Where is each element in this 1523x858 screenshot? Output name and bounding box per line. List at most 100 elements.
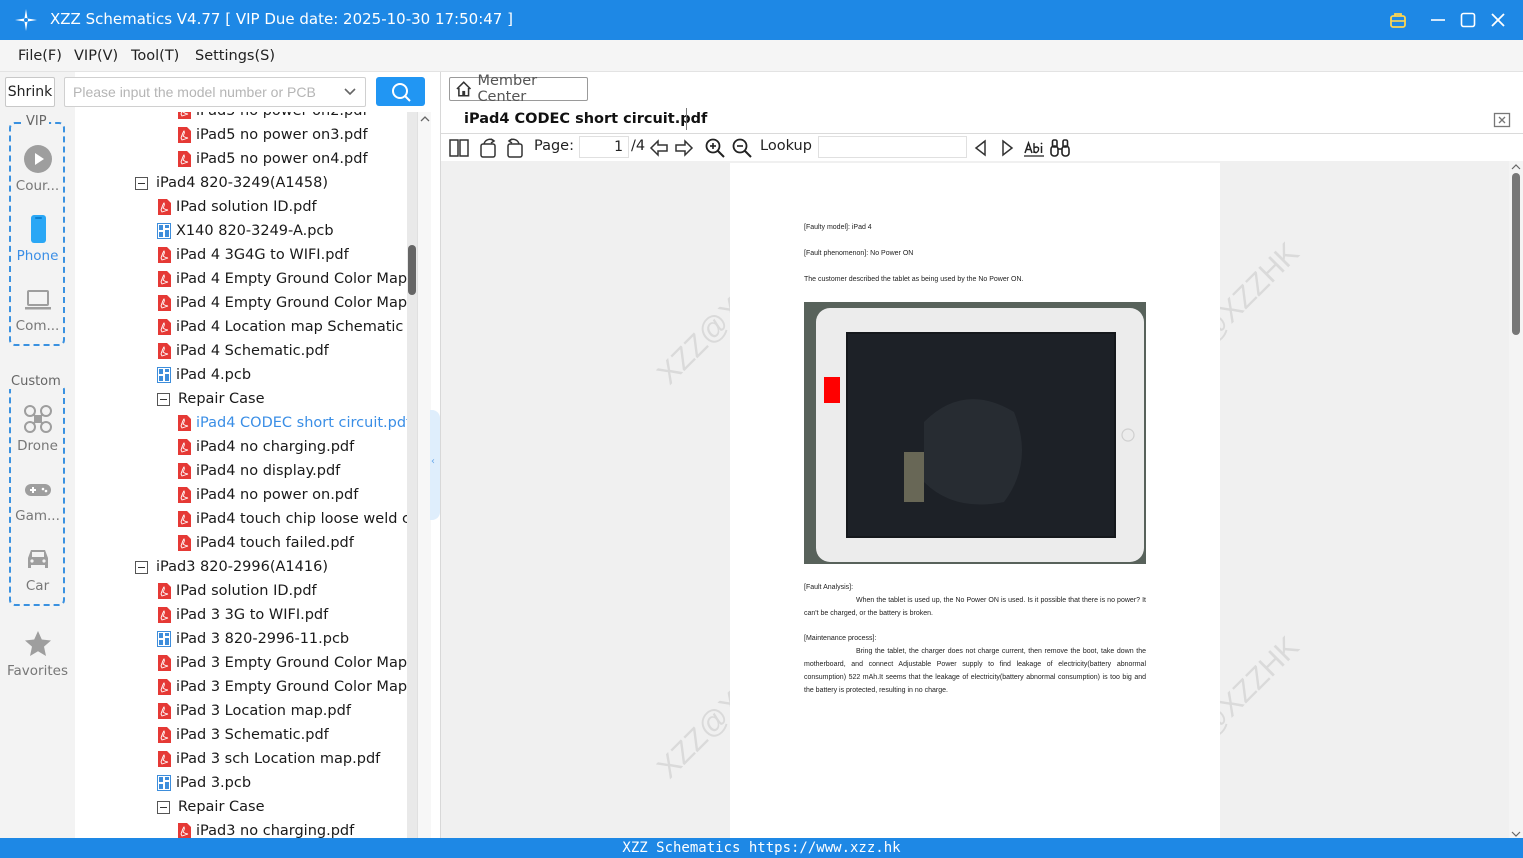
rail-item-drone[interactable]: Drone bbox=[0, 404, 75, 454]
tree-scrollbar-arrow[interactable] bbox=[417, 112, 431, 838]
member-center-button[interactable]: Member Center bbox=[449, 73, 588, 105]
page-total: /4 bbox=[631, 138, 646, 154]
pdf-file-icon bbox=[158, 343, 171, 359]
pdf-file-icon bbox=[178, 823, 191, 838]
tree-file[interactable]: iPad 4 Empty Ground Color Map 2.pdf bbox=[157, 267, 407, 291]
pdf-file-icon bbox=[178, 415, 191, 431]
tree-file[interactable]: iPad4 no display.pdf bbox=[177, 459, 340, 483]
tree-file[interactable]: iPad 4 Schematic.pdf bbox=[157, 339, 329, 363]
search-button[interactable] bbox=[376, 77, 425, 106]
rail-item-phone[interactable]: Phone bbox=[0, 214, 75, 264]
chevron-down-icon[interactable] bbox=[343, 85, 357, 99]
previous-page-icon[interactable] bbox=[648, 137, 670, 159]
tree-scroll-thumb[interactable] bbox=[408, 245, 416, 295]
tree-file[interactable]: iPad5 no power on3.pdf bbox=[177, 123, 368, 147]
match-case-icon[interactable] bbox=[1023, 137, 1045, 159]
menu-vip[interactable]: VIP(V) bbox=[74, 48, 118, 64]
rotate-right-icon[interactable] bbox=[504, 137, 526, 159]
collapse-toggle-icon[interactable] bbox=[135, 176, 148, 190]
tree-file[interactable]: iPad 4 Empty Ground Color Map1.pdf bbox=[157, 291, 407, 315]
faulty-model-line: [Faulty model]: iPad 4 bbox=[804, 224, 872, 231]
page-number-input[interactable]: 1 bbox=[579, 136, 629, 158]
rail-item-car[interactable]: Car bbox=[0, 544, 75, 594]
two-page-view-icon[interactable] bbox=[448, 137, 470, 159]
tree-file[interactable]: iPad4 no charging.pdf bbox=[177, 435, 354, 459]
tab-document[interactable]: iPad4 CODEC short circuit.pdf bbox=[464, 111, 707, 127]
tree-file[interactable]: iPad4 touch failed.pdf bbox=[177, 531, 354, 555]
vip-bag-icon[interactable] bbox=[1386, 8, 1410, 32]
tree-file[interactable]: iPad 3 820-2996-11.pcb bbox=[157, 627, 349, 651]
tree-file[interactable]: iPad 3 3G to WIFI.pdf bbox=[157, 603, 328, 627]
tree-item-label: iPad 3 Location map.pdf bbox=[176, 703, 351, 719]
document-viewer[interactable]: XZZ@XZZHK XZZ@XZZHK XZZ@XZZHK XZZ@XZZHK … bbox=[441, 161, 1509, 838]
tree-file[interactable]: iPad4 no power on.pdf bbox=[177, 483, 358, 507]
collapse-toggle-icon[interactable] bbox=[135, 560, 148, 574]
next-page-icon[interactable] bbox=[673, 137, 695, 159]
tree-item-label: iPad 3 Empty Ground Color Map 1.pdf bbox=[176, 655, 407, 671]
pcb-file-icon bbox=[157, 631, 171, 647]
zoom-out-icon[interactable] bbox=[731, 137, 753, 159]
tree-item-label: iPad4 touch chip loose weld cause bbox=[196, 511, 407, 527]
menu-file[interactable]: File(F) bbox=[18, 48, 62, 64]
tree-folder[interactable]: iPad4 820-3249(A1458) bbox=[135, 171, 328, 195]
collapse-panel-handle[interactable]: ‹ bbox=[430, 410, 440, 520]
tree-file[interactable]: iPad5 no power on2.pdf bbox=[177, 112, 368, 123]
tree-folder[interactable]: Repair Case bbox=[157, 387, 265, 411]
menu-settings[interactable]: Settings(S) bbox=[195, 48, 275, 64]
find-previous-icon[interactable] bbox=[970, 137, 992, 159]
maximize-button[interactable] bbox=[1456, 8, 1480, 32]
viewer-scrollbar[interactable] bbox=[1509, 161, 1523, 838]
tree-file[interactable]: iPad 3.pcb bbox=[157, 771, 251, 795]
tree-file[interactable]: iPad 3 sch Location map.pdf bbox=[157, 747, 380, 771]
pdf-file-icon bbox=[158, 655, 171, 671]
tree-file[interactable]: iPad 4 3G4G to WIFI.pdf bbox=[157, 243, 349, 267]
close-button[interactable] bbox=[1486, 8, 1510, 32]
tree-item-label: iPad 3 Empty Ground Color Map 2.pdf bbox=[176, 679, 407, 695]
window-title: XZZ Schematics V4.77 [ VIP Due date: 202… bbox=[50, 10, 513, 28]
tree-item-label: iPad 3 Schematic.pdf bbox=[176, 727, 329, 743]
rotate-left-icon[interactable] bbox=[477, 137, 499, 159]
tree-file[interactable]: iPad5 no power on4.pdf bbox=[177, 147, 368, 171]
rail-item-label: Phone bbox=[16, 248, 59, 264]
menu-tool[interactable]: Tool(T) bbox=[131, 48, 179, 64]
find-next-icon[interactable] bbox=[996, 137, 1018, 159]
binoculars-icon[interactable] bbox=[1049, 137, 1071, 159]
tree-file[interactable]: IPad solution ID.pdf bbox=[157, 195, 317, 219]
fault-analysis-heading: [Fault Analysis]: bbox=[804, 584, 854, 591]
zoom-in-icon[interactable] bbox=[704, 137, 726, 159]
rail-item-favorites[interactable]: Favorites bbox=[0, 629, 75, 679]
tree-item-label: iPad5 no power on2.pdf bbox=[196, 112, 368, 119]
collapse-toggle-icon[interactable] bbox=[157, 392, 170, 406]
tree-scrollbar[interactable] bbox=[407, 112, 417, 838]
tree-file[interactable]: iPad3 no charging.pdf bbox=[177, 819, 354, 838]
viewer-toolbar: Page: 1 /4 Lookup bbox=[441, 134, 1523, 161]
search-field[interactable] bbox=[64, 77, 366, 107]
tree-file[interactable]: iPad 3 Schematic.pdf bbox=[157, 723, 329, 747]
tree-file[interactable]: iPad4 CODEC short circuit.pdf bbox=[177, 411, 407, 435]
collapse-toggle-icon[interactable] bbox=[157, 800, 170, 814]
minimize-button[interactable] bbox=[1426, 8, 1450, 32]
status-bar: XZZ Schematics https://www.xzz.hk bbox=[0, 838, 1523, 858]
tree-file[interactable]: iPad 3 Empty Ground Color Map 1.pdf bbox=[157, 651, 407, 675]
tree-item-label: X140 820-3249-A.pcb bbox=[176, 223, 334, 239]
close-tab-icon[interactable] bbox=[1493, 111, 1511, 129]
rail-item-courses[interactable]: Cour... bbox=[0, 144, 75, 194]
shrink-button[interactable]: Shrink bbox=[5, 77, 55, 107]
tree-file[interactable]: iPad 4 Location map Schematic 820 bbox=[157, 315, 407, 339]
tree-file[interactable]: iPad4 touch chip loose weld cause bbox=[177, 507, 407, 531]
custom-group-label: Custom bbox=[9, 374, 63, 389]
tree-file[interactable]: iPad 3 Location map.pdf bbox=[157, 699, 351, 723]
rail-item-computer[interactable]: Com... bbox=[0, 284, 75, 334]
search-input[interactable] bbox=[65, 78, 325, 106]
tree-folder[interactable]: iPad3 820-2996(A1416) bbox=[135, 555, 328, 579]
lookup-input[interactable] bbox=[818, 136, 967, 158]
pdf-file-icon bbox=[158, 727, 171, 743]
tree-file[interactable]: X140 820-3249-A.pcb bbox=[157, 219, 334, 243]
viewer-scroll-thumb[interactable] bbox=[1512, 173, 1520, 335]
tree-file[interactable]: iPad 3 Empty Ground Color Map 2.pdf bbox=[157, 675, 407, 699]
rail-item-games[interactable]: Gam... bbox=[0, 474, 75, 524]
tree-folder[interactable]: Repair Case bbox=[157, 795, 265, 819]
tree-file[interactable]: iPad 4.pcb bbox=[157, 363, 251, 387]
pcb-file-icon bbox=[157, 775, 171, 791]
tree-file[interactable]: IPad solution ID.pdf bbox=[157, 579, 317, 603]
